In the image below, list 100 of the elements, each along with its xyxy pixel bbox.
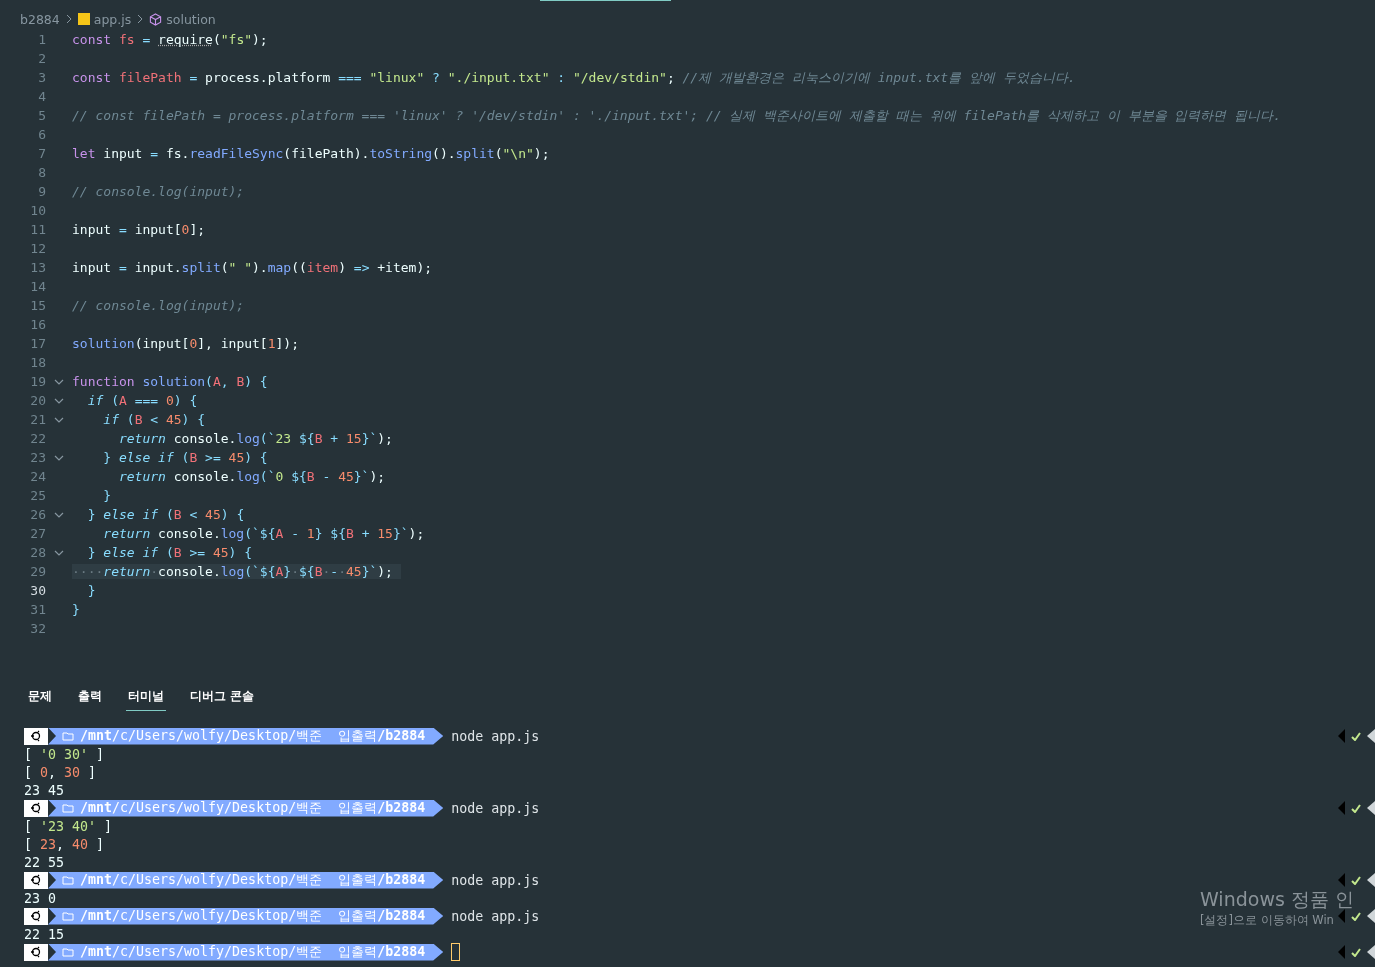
prompt-path: /mnt/c/Users/wolfy/Desktop/백준 입출력/b2884 bbox=[80, 727, 426, 745]
code-line: input = input.split(" ").map((item) => +item); bbox=[72, 260, 434, 275]
terminal-command: node app.js bbox=[451, 728, 540, 744]
line-number: 21 bbox=[29, 412, 46, 427]
activation-notice-title: Windows 정품 인 bbox=[1200, 887, 1354, 912]
line-number: 2 bbox=[37, 51, 46, 66]
terminal-output: 23 0 bbox=[24, 890, 57, 906]
code-line: // console.log(input); bbox=[72, 184, 246, 199]
breadcrumb-item[interactable]: solution bbox=[166, 11, 216, 27]
line-number: 16 bbox=[29, 317, 46, 332]
diamond-icon bbox=[1367, 945, 1375, 959]
prompt-path: /mnt/c/Users/wolfy/Desktop/백준 입출력/b2884 bbox=[80, 907, 426, 925]
penguin-icon bbox=[24, 727, 48, 745]
code-line: if (B < 45) { bbox=[102, 412, 207, 427]
line-number: 5 bbox=[37, 108, 46, 123]
line-number: 10 bbox=[29, 203, 46, 218]
diamond-icon bbox=[1367, 873, 1375, 887]
line-number: 12 bbox=[29, 241, 46, 256]
code-line: } else if (B >= 45) { bbox=[86, 545, 254, 560]
check-icon bbox=[1351, 803, 1361, 813]
panel-tab[interactable]: 문제 bbox=[26, 685, 54, 711]
terminal-command: node app.js bbox=[451, 872, 540, 888]
js-file-icon bbox=[77, 13, 90, 25]
code-line: solution(input[0], input[1]); bbox=[72, 336, 300, 351]
code-line: } else if (B >= 45) { bbox=[102, 450, 269, 465]
terminal-output: [ '23 40' ] bbox=[24, 818, 113, 834]
line-number: 7 bbox=[37, 146, 46, 161]
breadcrumb-item[interactable]: app.js bbox=[93, 11, 132, 27]
triangle-left-icon bbox=[1338, 909, 1345, 923]
line-number: 25 bbox=[29, 488, 46, 503]
chevron-down-icon[interactable] bbox=[54, 416, 64, 423]
cube-icon bbox=[149, 12, 163, 26]
line-number: 24 bbox=[29, 469, 46, 484]
triangle-left-icon bbox=[1338, 945, 1345, 959]
triangle-left-icon bbox=[1338, 729, 1345, 743]
chevron-down-icon[interactable] bbox=[54, 511, 64, 518]
check-icon bbox=[1351, 731, 1361, 741]
diamond-icon bbox=[1367, 729, 1375, 743]
line-number: 31 bbox=[29, 602, 46, 617]
folder-icon bbox=[62, 803, 74, 813]
code-line: } else if (B < 45) { bbox=[86, 507, 246, 522]
panel-tab[interactable]: 디버그 콘솔 bbox=[188, 685, 256, 711]
code-line: input = input[0]; bbox=[72, 222, 207, 237]
chevron-down-icon[interactable] bbox=[54, 397, 64, 404]
code-line: const fs = require("fs"); bbox=[72, 32, 269, 47]
panel-tab[interactable]: 출력 bbox=[76, 685, 104, 711]
chevron-down-icon[interactable] bbox=[54, 454, 64, 461]
code-line: } bbox=[86, 583, 97, 598]
triangle-left-icon bbox=[1338, 873, 1345, 887]
check-icon bbox=[1351, 911, 1361, 921]
check-icon bbox=[1351, 875, 1361, 885]
line-number: 28 bbox=[29, 545, 46, 560]
line-number: 22 bbox=[29, 431, 46, 446]
chevron-down-icon[interactable] bbox=[54, 549, 64, 556]
line-number: 19 bbox=[29, 374, 46, 389]
line-number: 23 bbox=[29, 450, 46, 465]
code-line: let input = fs.readFileSync(filePath).toString().split("\n"); bbox=[72, 146, 551, 161]
terminal-output: [ 23, 40 ] bbox=[24, 836, 105, 852]
terminal-output: 23 45 bbox=[24, 782, 65, 798]
chevron-down-icon[interactable] bbox=[54, 378, 64, 385]
code-line: return console.log(`23 ${B + 15}`); bbox=[117, 431, 394, 446]
line-number: 30 bbox=[29, 583, 46, 598]
code-line: function solution(A, B) { bbox=[72, 374, 269, 389]
diamond-icon bbox=[1367, 909, 1375, 923]
code-line: } bbox=[72, 602, 81, 617]
prompt-path: /mnt/c/Users/wolfy/Desktop/백준 입출력/b2884 bbox=[80, 943, 426, 961]
code-line: // const filePath = process.platform === 'linux' ? '/dev/stdin' : './input.txt'; // 실제 백준사이트에 제출할 때는 위에 filePath를 삭제하고 이 부분을 입력하면 됩니다. bbox=[72, 106, 1283, 125]
terminal-output: 22 55 bbox=[24, 854, 65, 870]
code-line: return console.log(`0 ${B - 45}`); bbox=[117, 469, 387, 484]
terminal-output: [ '0 30' ] bbox=[24, 746, 105, 762]
line-number: 18 bbox=[29, 355, 46, 370]
terminal-command: node app.js bbox=[451, 908, 540, 924]
line-number: 17 bbox=[29, 336, 46, 351]
line-number: 27 bbox=[29, 526, 46, 541]
folder-icon bbox=[62, 947, 74, 957]
folder-icon bbox=[62, 731, 74, 741]
panel-tab[interactable]: 터미널 bbox=[126, 685, 166, 711]
line-number: 1 bbox=[37, 32, 46, 47]
penguin-icon bbox=[24, 799, 48, 817]
folder-icon bbox=[62, 875, 74, 885]
penguin-icon bbox=[24, 871, 48, 889]
code-line: if (A === 0) { bbox=[86, 393, 199, 408]
line-number: 20 bbox=[29, 393, 46, 408]
triangle-left-icon bbox=[1338, 801, 1345, 815]
line-number: 3 bbox=[37, 70, 46, 85]
check-icon bbox=[1351, 947, 1361, 957]
line-number: 14 bbox=[29, 279, 46, 294]
code-line: } bbox=[102, 488, 113, 503]
code-line: // console.log(input); bbox=[72, 298, 246, 313]
code-line: const filePath = process.platform === "linux" ? "./input.txt" : "/dev/stdin"; //제 개발환경은 리눅스이기에 input.txt를 앞에 두었습니다. bbox=[72, 68, 1077, 87]
line-number: 15 bbox=[29, 298, 46, 313]
line-number: 26 bbox=[29, 507, 46, 522]
line-number: 11 bbox=[29, 222, 46, 237]
terminal-command: node app.js bbox=[451, 800, 540, 816]
line-number: 29 bbox=[29, 564, 46, 579]
diamond-icon bbox=[1367, 801, 1375, 815]
terminal-output: [ 0, 30 ] bbox=[24, 764, 97, 780]
penguin-icon bbox=[24, 943, 48, 961]
prompt-path: /mnt/c/Users/wolfy/Desktop/백준 입출력/b2884 bbox=[80, 871, 426, 889]
breadcrumb-item[interactable]: b2884 bbox=[20, 11, 60, 27]
